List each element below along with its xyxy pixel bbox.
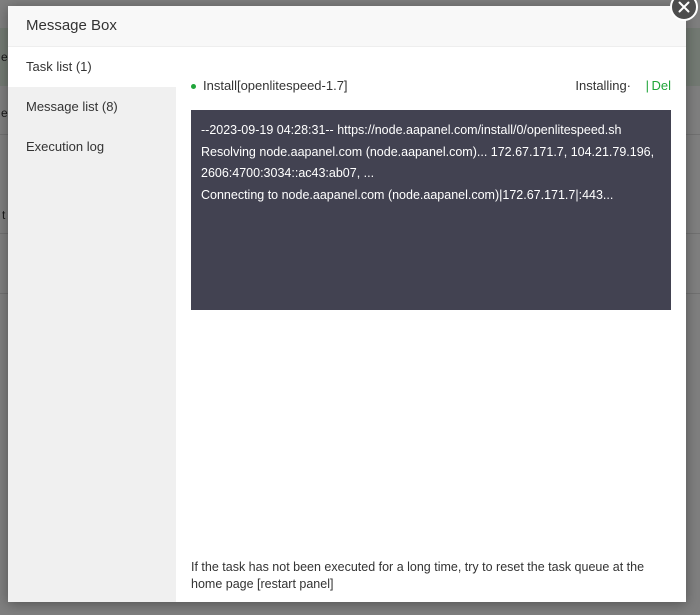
task-row: Install[openlitespeed-1.7] Installing· |…: [191, 78, 671, 96]
console-line: Resolving node.aapanel.com (node.aapanel…: [201, 144, 658, 181]
message-box-dialog: Message Box Task list (1) Message list (…: [8, 6, 686, 602]
dialog-header: Message Box: [8, 6, 686, 47]
tab-execution-log[interactable]: Execution log: [8, 127, 176, 167]
console-line: Connecting to node.aapanel.com (node.aap…: [201, 187, 614, 202]
task-list-panel: Install[openlitespeed-1.7] Installing· |…: [176, 47, 686, 602]
tab-task-list[interactable]: Task list (1): [8, 47, 176, 87]
console-line: --2023-09-19 04:28:31-- https://node.aap…: [201, 123, 622, 137]
task-queue-hint: If the task has not been executed for a …: [191, 560, 645, 591]
task-console-output[interactable]: --2023-09-19 04:28:31-- https://node.aap…: [191, 110, 671, 310]
task-status: Installing·: [575, 78, 631, 93]
dialog-sidebar: Task list (1) Message list (8) Execution…: [8, 47, 176, 602]
dialog-title: Message Box: [26, 17, 117, 34]
delete-task-link[interactable]: Del: [651, 78, 671, 93]
tab-message-list[interactable]: Message list (8): [8, 87, 176, 127]
task-name: Install[openlitespeed-1.7]: [203, 78, 348, 93]
task-status-dot: [191, 84, 196, 89]
task-action-separator: |: [645, 78, 649, 93]
